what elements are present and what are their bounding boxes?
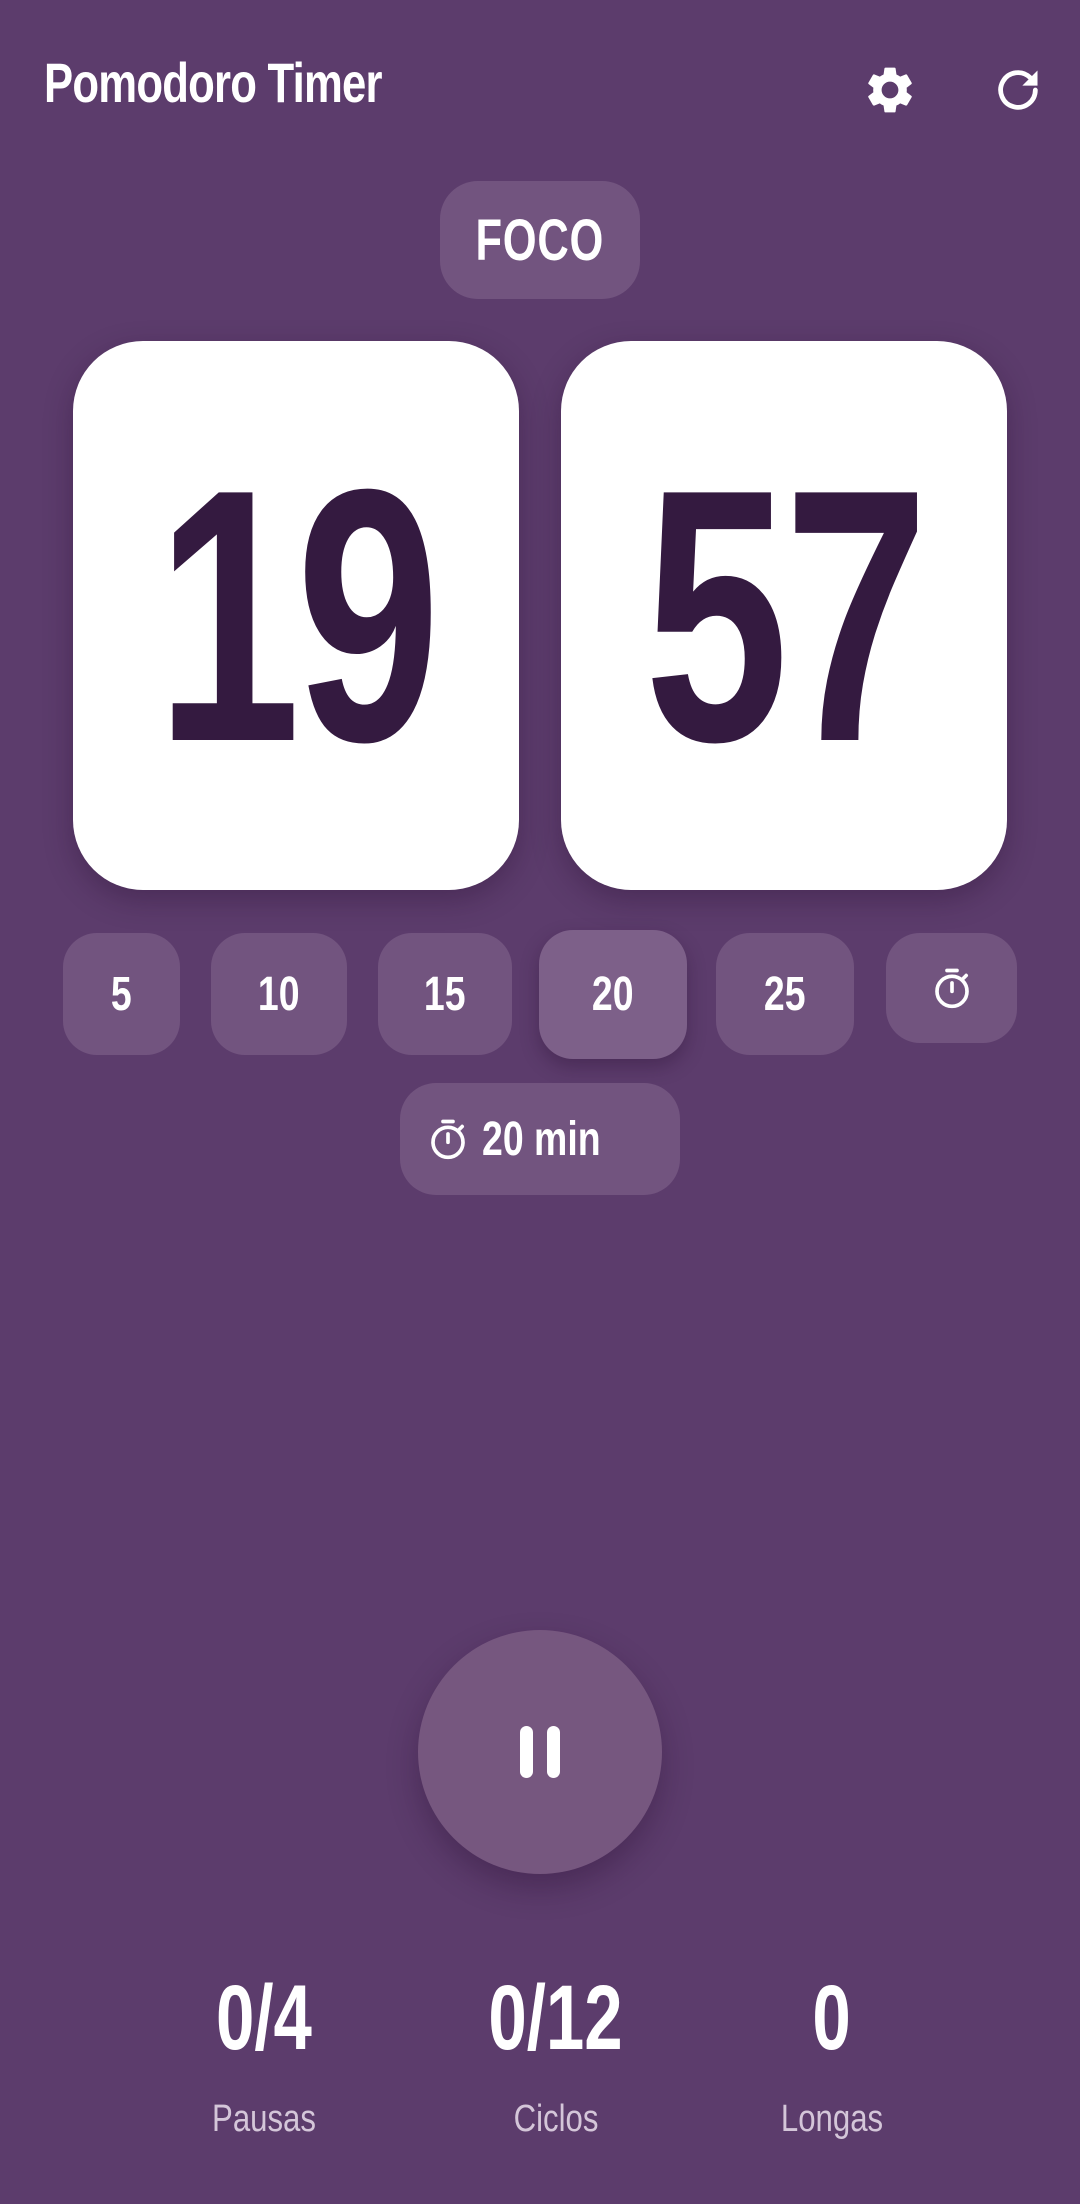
stat-value: 0	[812, 1967, 852, 2069]
preset-label: 20	[592, 968, 634, 1021]
stat-pauses: 0/4 Pausas	[134, 1972, 394, 2141]
app-title: Pomodoro Timer	[44, 51, 383, 114]
pause-icon	[520, 1726, 560, 1778]
stat-value: 0/12	[488, 1967, 624, 2069]
seconds-card: 57	[561, 341, 1007, 890]
stat-cycles: 0/12 Ciclos	[426, 1972, 686, 2141]
mode-badge: FOCO	[440, 181, 640, 299]
custom-duration-button[interactable]	[886, 933, 1017, 1043]
settings-button[interactable]	[848, 48, 932, 132]
preset-5-button[interactable]: 5	[63, 933, 180, 1055]
preset-label: 5	[111, 967, 132, 1021]
preset-label: 10	[258, 967, 300, 1021]
mode-label: FOCO	[475, 207, 605, 273]
duration-label: 20 min	[482, 1112, 601, 1166]
preset-25-button[interactable]: 25	[716, 933, 854, 1055]
stat-value: 0/4	[216, 1967, 312, 2069]
seconds-value: 57	[644, 414, 928, 817]
stat-caption: Ciclos	[513, 2098, 599, 2140]
gear-icon	[868, 67, 912, 113]
preset-20-button[interactable]: 20	[539, 930, 687, 1059]
minutes-card: 19	[73, 341, 519, 890]
preset-15-button[interactable]: 15	[378, 933, 512, 1055]
preset-label: 15	[424, 967, 466, 1021]
preset-label: 25	[764, 967, 806, 1021]
pause-button[interactable]	[418, 1630, 662, 1874]
stopwatch-icon	[431, 1119, 465, 1160]
selected-duration[interactable]: 20 min	[400, 1083, 680, 1195]
stopwatch-icon	[934, 968, 969, 1009]
preset-10-button[interactable]: 10	[211, 933, 347, 1055]
stat-caption: Longas	[780, 2098, 884, 2140]
stat-long-breaks: 0 Longas	[702, 1972, 962, 2141]
stat-caption: Pausas	[212, 2098, 316, 2140]
reset-button[interactable]	[976, 48, 1060, 132]
minutes-value: 19	[156, 414, 440, 817]
refresh-icon	[998, 70, 1038, 110]
